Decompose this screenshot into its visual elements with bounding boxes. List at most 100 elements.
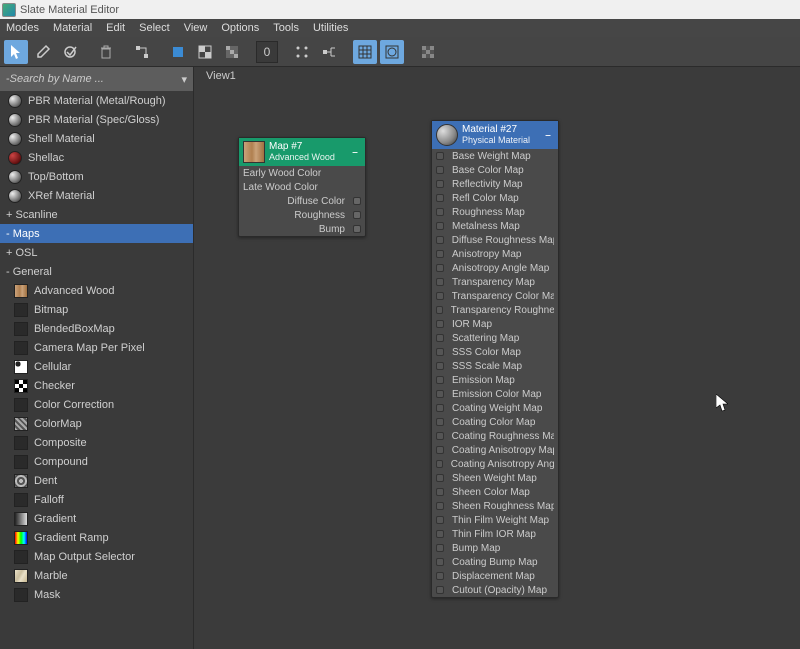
node-input-slot[interactable]: Displacement Map (432, 569, 558, 583)
menu-edit[interactable]: Edit (106, 22, 125, 34)
socket-icon[interactable] (436, 432, 444, 440)
maps-header[interactable]: - Maps (0, 224, 193, 243)
socket-icon[interactable] (436, 362, 444, 370)
socket-icon[interactable] (436, 222, 444, 230)
node-input-slot[interactable]: Anisotropy Angle Map (432, 261, 558, 275)
map-item[interactable]: Color Correction (0, 395, 193, 414)
tool-show-map-icon[interactable] (193, 40, 217, 64)
map-item[interactable]: Cellular (0, 357, 193, 376)
tool-grid-icon[interactable] (353, 40, 377, 64)
socket-icon[interactable] (436, 516, 444, 524)
map-item[interactable]: Map Output Selector (0, 547, 193, 566)
material-item[interactable]: PBR Material (Spec/Gloss) (0, 110, 193, 129)
menu-utilities[interactable]: Utilities (313, 22, 348, 34)
map-item[interactable]: ColorMap (0, 414, 193, 433)
node-input-slot[interactable]: IOR Map (432, 317, 558, 331)
material-item[interactable]: Top/Bottom (0, 167, 193, 186)
node-input-slot[interactable]: Metalness Map (432, 219, 558, 233)
node-map7[interactable]: Map #7 Advanced Wood – Early Wood ColorL… (238, 137, 366, 237)
tool-eyedropper[interactable] (31, 40, 55, 64)
socket-icon[interactable] (436, 166, 444, 174)
map-item[interactable]: Dent (0, 471, 193, 490)
socket-icon[interactable] (436, 446, 444, 454)
socket-icon[interactable] (436, 572, 444, 580)
node-output-slot[interactable]: Bump (239, 222, 365, 236)
node-input-slot[interactable]: SSS Color Map (432, 345, 558, 359)
chevron-down-icon[interactable]: ▾ (177, 73, 187, 86)
scanline-header[interactable]: + Scanline (0, 205, 193, 224)
socket-icon[interactable] (353, 211, 361, 219)
map-item[interactable]: Marble (0, 566, 193, 585)
node-input-slot[interactable]: Reflectivity Map (432, 177, 558, 191)
node-input-slot[interactable]: Coating Anisotropy Angle M... (432, 457, 558, 471)
material-item[interactable]: Shellac (0, 148, 193, 167)
node-material27-collapse-icon[interactable]: – (542, 130, 554, 141)
tool-show-end-result-icon[interactable] (220, 40, 244, 64)
socket-icon[interactable] (436, 558, 444, 566)
menu-view[interactable]: View (184, 22, 208, 34)
node-input-slot[interactable]: Coating Weight Map (432, 401, 558, 415)
socket-icon[interactable] (436, 502, 444, 510)
menu-modes[interactable]: Modes (6, 22, 39, 34)
tool-parent-level[interactable]: 0 (256, 41, 278, 63)
node-input-slot[interactable]: Coating Color Map (432, 415, 558, 429)
menu-material[interactable]: Material (53, 22, 92, 34)
node-input-slot[interactable]: Late Wood Color (239, 180, 365, 194)
socket-icon[interactable] (436, 488, 444, 496)
material-item[interactable]: Shell Material (0, 129, 193, 148)
map-item[interactable]: Composite (0, 433, 193, 452)
search-input[interactable] (10, 73, 178, 85)
tool-select-arrow[interactable] (4, 40, 28, 64)
view-tab[interactable]: View1 (200, 67, 242, 85)
node-input-slot[interactable]: Transparency Roughness M... (432, 303, 558, 317)
socket-icon[interactable] (436, 250, 444, 258)
node-map7-collapse-icon[interactable]: – (349, 147, 361, 158)
map-item[interactable]: Compound (0, 452, 193, 471)
node-input-slot[interactable]: Base Weight Map (432, 149, 558, 163)
menu-tools[interactable]: Tools (273, 22, 299, 34)
node-input-slot[interactable]: Thin Film IOR Map (432, 527, 558, 541)
node-input-slot[interactable]: Roughness Map (432, 205, 558, 219)
map-item[interactable]: Checker (0, 376, 193, 395)
socket-icon[interactable] (436, 530, 444, 538)
map-item[interactable]: Gradient Ramp (0, 528, 193, 547)
node-input-slot[interactable]: Coating Anisotropy Map (432, 443, 558, 457)
node-input-slot[interactable]: Refl Color Map (432, 191, 558, 205)
node-input-slot[interactable]: Transparency Map (432, 275, 558, 289)
node-map7-header[interactable]: Map #7 Advanced Wood – (239, 138, 365, 166)
map-item[interactable]: Mask (0, 585, 193, 604)
socket-icon[interactable] (436, 292, 444, 300)
node-canvas[interactable]: View1 Map #7 Advanced Wood – Early Wood … (194, 67, 800, 649)
tool-checker-bg-icon[interactable] (416, 40, 440, 64)
node-input-slot[interactable]: Base Color Map (432, 163, 558, 177)
socket-icon[interactable] (436, 194, 444, 202)
node-input-slot[interactable]: Sheen Roughness Map (432, 499, 558, 513)
node-input-slot[interactable]: Diffuse Roughness Map (432, 233, 558, 247)
socket-icon[interactable] (436, 586, 444, 594)
menu-select[interactable]: Select (139, 22, 170, 34)
socket-icon[interactable] (436, 180, 444, 188)
map-item[interactable]: Gradient (0, 509, 193, 528)
node-material27-header[interactable]: Material #27 Physical Material – (432, 121, 558, 149)
node-input-slot[interactable]: Transparency Color Map (432, 289, 558, 303)
node-input-slot[interactable]: Emission Color Map (432, 387, 558, 401)
search-bar[interactable]: - ▾ (0, 67, 193, 91)
socket-icon[interactable] (436, 236, 444, 244)
tool-layout-all-icon[interactable] (290, 40, 314, 64)
node-input-slot[interactable]: Bump Map (432, 541, 558, 555)
tool-render-preview-icon[interactable] (380, 40, 404, 64)
map-item[interactable]: Camera Map Per Pixel (0, 338, 193, 357)
socket-icon[interactable] (436, 278, 444, 286)
node-input-slot[interactable]: SSS Scale Map (432, 359, 558, 373)
node-output-slot[interactable]: Roughness (239, 208, 365, 222)
node-input-slot[interactable]: Thin Film Weight Map (432, 513, 558, 527)
node-input-slot[interactable]: Coating Roughness Map (432, 429, 558, 443)
socket-icon[interactable] (436, 460, 443, 468)
socket-icon[interactable] (436, 376, 444, 384)
node-input-slot[interactable]: Scattering Map (432, 331, 558, 345)
socket-icon[interactable] (353, 225, 361, 233)
tool-hide-unused-icon[interactable] (166, 40, 190, 64)
material-item[interactable]: PBR Material (Metal/Rough) (0, 91, 193, 110)
socket-icon[interactable] (436, 320, 444, 328)
node-input-slot[interactable]: Sheen Color Map (432, 485, 558, 499)
